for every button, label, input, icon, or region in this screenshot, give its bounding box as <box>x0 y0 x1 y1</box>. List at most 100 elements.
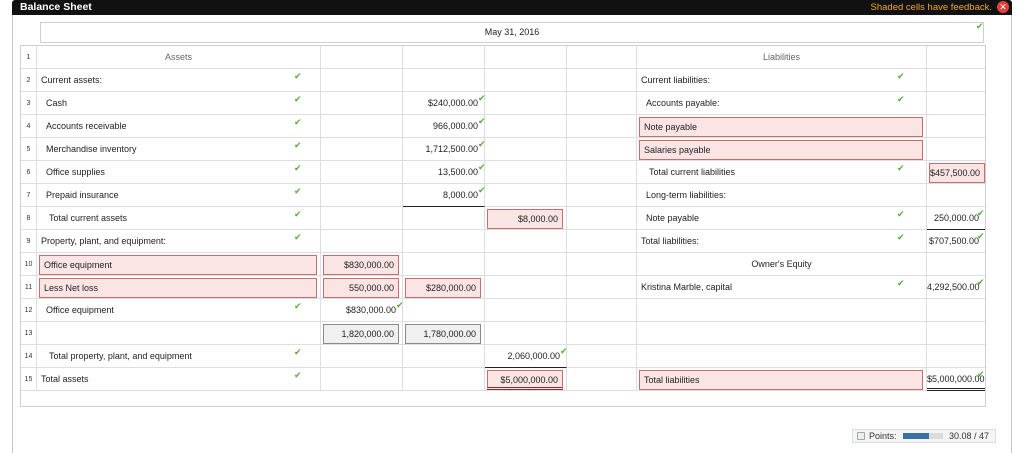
col1-cell[interactable] <box>321 115 403 138</box>
liability-label[interactable]: Accounts payable: <box>637 92 927 115</box>
check-icon: ✔ <box>294 140 302 150</box>
window-title: Balance Sheet <box>20 1 92 13</box>
liab-value-cell[interactable] <box>927 46 985 69</box>
liab-value-cell[interactable] <box>927 322 985 345</box>
col1-cell[interactable] <box>321 69 403 92</box>
liab-value-input[interactable]: $457,500.00 <box>929 163 985 183</box>
row-number: 13 <box>21 322 37 345</box>
col1-cell[interactable] <box>321 207 403 230</box>
col1-cell[interactable] <box>321 138 403 161</box>
col3-value[interactable]: 2,060,000.00 <box>485 345 567 368</box>
col1-cell[interactable] <box>321 161 403 184</box>
col3-cell[interactable] <box>485 92 567 115</box>
asset-label-input[interactable]: Office equipment <box>39 255 317 275</box>
col2-value[interactable]: $240,000.00 <box>403 92 485 115</box>
col2-value-input[interactable]: 1,780,000.00 <box>405 324 481 344</box>
check-icon: ✔ <box>294 163 302 173</box>
col2-value[interactable]: 13,500.00 <box>403 161 485 184</box>
col3-cell[interactable] <box>485 322 567 345</box>
col3-value-input[interactable]: $8,000.00 <box>487 209 563 229</box>
asset-label[interactable]: Accounts receivable <box>37 115 321 138</box>
spacer-cell <box>567 322 637 345</box>
col2-value[interactable]: 1,712,500.00 <box>403 138 485 161</box>
liability-cell: Total liabilities <box>637 368 927 391</box>
col1-cell[interactable] <box>321 230 403 253</box>
col3-cell[interactable] <box>485 138 567 161</box>
check-icon: ✔ <box>294 94 302 104</box>
row-number: 7 <box>21 184 37 207</box>
liability-cell[interactable] <box>637 299 927 322</box>
col3-cell[interactable] <box>485 253 567 276</box>
col3-cell[interactable] <box>485 276 567 299</box>
liab-value-cell[interactable] <box>927 138 985 161</box>
col2-value-input[interactable]: $280,000.00 <box>405 278 481 298</box>
asset-label[interactable]: Total property, plant, and equipment <box>37 345 321 368</box>
col3-cell[interactable] <box>485 46 567 69</box>
col2-value[interactable]: 966,000.00 <box>403 115 485 138</box>
asset-label[interactable]: Total assets <box>37 368 321 391</box>
total-assets-input[interactable]: $5,000,000.00 <box>487 370 563 390</box>
col1-value[interactable]: $830,000.00 <box>321 299 403 322</box>
liability-label-input[interactable]: Note payable <box>639 117 923 137</box>
liability-label-input[interactable]: Salaries payable <box>639 140 923 160</box>
col3-cell[interactable] <box>485 184 567 207</box>
col1-cell[interactable] <box>321 46 403 69</box>
check-icon: ✔ <box>897 209 905 219</box>
liab-value-cell[interactable] <box>927 184 985 207</box>
col1-cell[interactable] <box>321 345 403 368</box>
liability-cell[interactable] <box>637 322 927 345</box>
col2-cell[interactable] <box>403 207 485 230</box>
liab-value-cell[interactable] <box>927 299 985 322</box>
col1-cell[interactable] <box>321 368 403 391</box>
col2-cell[interactable] <box>403 253 485 276</box>
col3-cell: $8,000.00 <box>485 207 567 230</box>
liability-cell[interactable] <box>637 345 927 368</box>
liability-label[interactable]: Long-term liabilities: <box>637 184 927 207</box>
liability-label[interactable]: Total current liabilities <box>637 161 927 184</box>
close-icon[interactable]: ✕ <box>997 1 1009 13</box>
col1-value-input[interactable]: 1,820,000.00 <box>323 324 399 344</box>
sheet-row-5: 5 Merchandise inventory ✔ 1,712,500.00 ✔… <box>21 138 985 161</box>
col1-value-input[interactable]: 550,000.00 <box>323 278 399 298</box>
liability-label[interactable]: Total liabilities: <box>637 230 927 253</box>
col3-cell[interactable] <box>485 230 567 253</box>
col2-cell[interactable] <box>403 230 485 253</box>
liability-label[interactable]: Note payable <box>637 207 927 230</box>
col2-cell[interactable] <box>403 46 485 69</box>
asset-label[interactable]: Property, plant, and equipment: <box>37 230 321 253</box>
asset-label[interactable]: Office equipment <box>37 299 321 322</box>
asset-label[interactable]: Prepaid insurance <box>37 184 321 207</box>
asset-label[interactable]: Office supplies <box>37 161 321 184</box>
liability-label-input[interactable]: Total liabilities <box>639 370 923 390</box>
sheet-row-3: 3 Cash ✔ $240,000.00 ✔ Accounts payable:… <box>21 92 985 115</box>
liab-value-cell[interactable] <box>927 92 985 115</box>
liability-label[interactable]: Current liabilities: <box>637 69 927 92</box>
col1-cell[interactable] <box>321 92 403 115</box>
asset-label[interactable]: Current assets: <box>37 69 321 92</box>
col1-cell: $830,000.00 <box>321 253 403 276</box>
col2-cell[interactable] <box>403 368 485 391</box>
col1-cell[interactable] <box>321 184 403 207</box>
col3-cell[interactable] <box>485 69 567 92</box>
check-icon: ✔ <box>294 117 302 127</box>
liab-value-cell[interactable] <box>927 69 985 92</box>
col1-value-input[interactable]: $830,000.00 <box>323 255 399 275</box>
sheet-row-11: 11 Less Net loss 550,000.00 $280,000.00 … <box>21 276 985 299</box>
liab-value-cell[interactable] <box>927 345 985 368</box>
col2-value[interactable]: 8,000.00 <box>403 184 485 207</box>
col2-cell[interactable] <box>403 69 485 92</box>
col3-cell[interactable] <box>485 299 567 322</box>
liability-label[interactable]: Kristina Marble, capital <box>637 276 927 299</box>
liab-value-cell[interactable] <box>927 115 985 138</box>
points-progress-bar <box>903 433 943 439</box>
col2-cell[interactable] <box>403 299 485 322</box>
asset-label[interactable]: Total current assets <box>37 207 321 230</box>
liab-value-cell[interactable] <box>927 253 985 276</box>
asset-label[interactable]: Cash <box>37 92 321 115</box>
asset-label-input[interactable]: Less Net loss <box>39 278 317 298</box>
col2-cell[interactable] <box>403 345 485 368</box>
asset-cell[interactable] <box>37 322 321 345</box>
col3-cell[interactable] <box>485 115 567 138</box>
col3-cell[interactable] <box>485 161 567 184</box>
asset-label[interactable]: Merchandise inventory <box>37 138 321 161</box>
